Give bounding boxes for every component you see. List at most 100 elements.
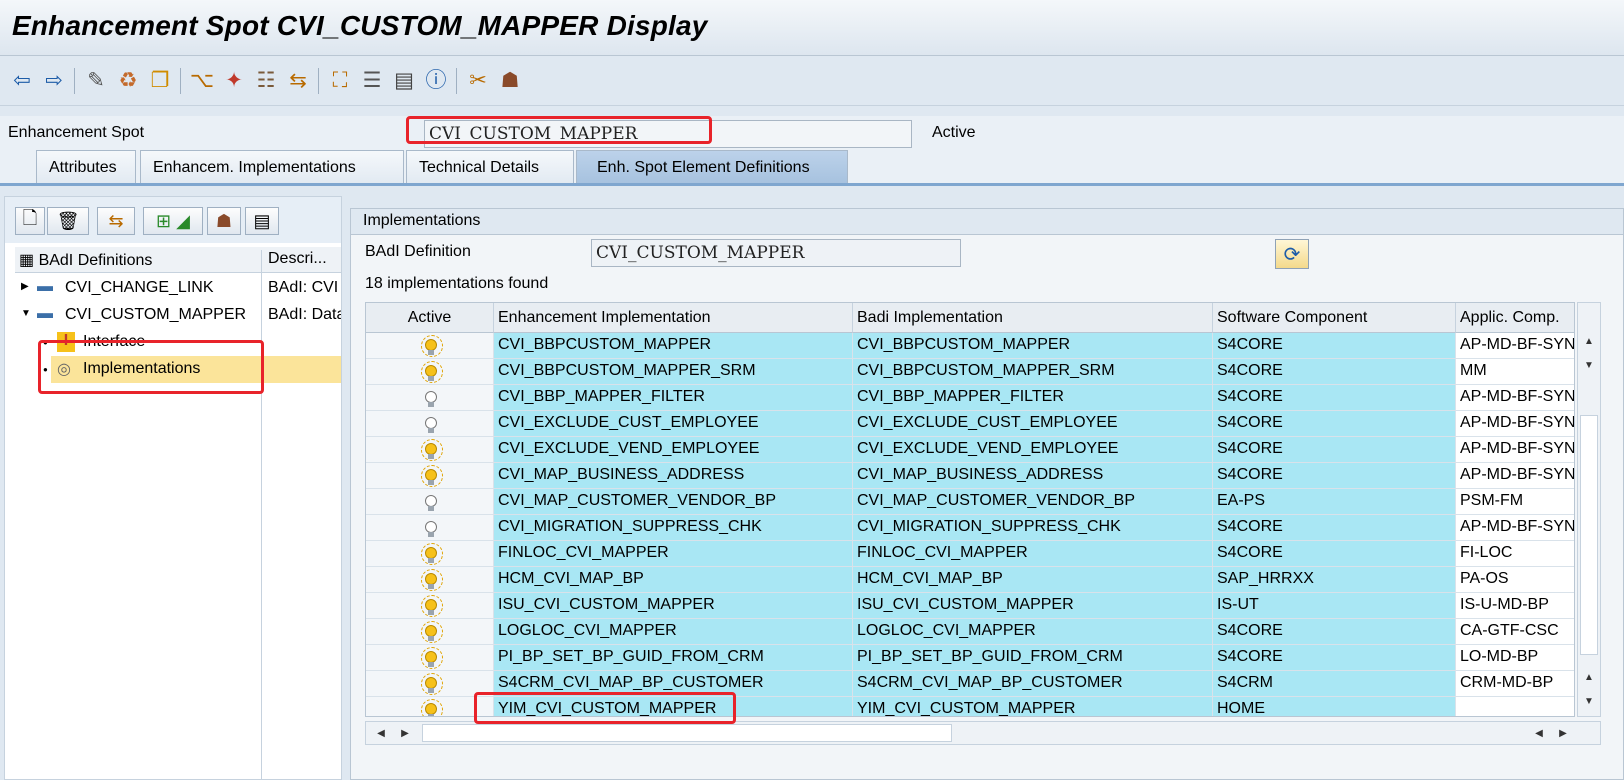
enhancement-implementation-cell[interactable]: FINLOC_CVI_MAPPER xyxy=(494,541,853,567)
enhancement-implementation-cell[interactable]: CVI_EXCLUDE_CUST_EMPLOYEE xyxy=(494,411,853,437)
enhancement-implementation-cell[interactable]: S4CRM_CVI_MAP_BP_CUSTOMER xyxy=(494,671,853,697)
tree-node-interface[interactable]: ● I Interface xyxy=(15,329,341,356)
active-cell[interactable] xyxy=(366,645,494,671)
documentation-icon[interactable]: ▤ xyxy=(245,207,279,235)
scroll-right-icon[interactable]: ▶ xyxy=(396,723,414,743)
application-component-cell[interactable]: IS-U-MD-BP xyxy=(1456,593,1574,619)
info-icon[interactable]: ⓘ xyxy=(422,66,450,94)
badi-definition-field[interactable]: CVI_CUSTOM_MAPPER xyxy=(591,239,961,267)
table-row[interactable]: LOGLOC_CVI_MAPPER LOGLOC_CVI_MAPPER S4CORE… xyxy=(366,619,1574,645)
display-object-list-icon[interactable]: ▤ xyxy=(390,66,418,94)
badi-implementation-cell[interactable]: CVI_BBPCUSTOM_MAPPER_SRM xyxy=(853,359,1213,385)
table-row[interactable]: CVI_EXCLUDE_CUST_EMPLOYEE CVI_EXCLUDE_CUS… xyxy=(366,411,1574,437)
application-component-cell[interactable]: AP-MD-BF-SYN xyxy=(1456,411,1574,437)
application-component-cell[interactable]: AP-MD-BF-SYN xyxy=(1456,463,1574,489)
enhancement-spot-field[interactable]: CVI_CUSTOM_MAPPER xyxy=(424,120,912,148)
table-row[interactable]: ISU_CVI_CUSTOM_MAPPER ISU_CVI_CUSTOM_MAPP… xyxy=(366,593,1574,619)
enhancement-implementation-cell[interactable]: ISU_CVI_CUSTOM_MAPPER xyxy=(494,593,853,619)
active-cell[interactable] xyxy=(366,411,494,437)
badi-implementation-cell[interactable]: YIM_CVI_CUSTOM_MAPPER xyxy=(853,697,1213,716)
delete-icon[interactable]: 🗑 xyxy=(47,207,89,235)
active-cell[interactable] xyxy=(366,463,494,489)
active-cell[interactable] xyxy=(366,671,494,697)
enhancement-implementation-cell[interactable]: HCM_CVI_MAP_BP xyxy=(494,567,853,593)
hierarchy-icon[interactable]: ⛶ xyxy=(326,66,354,94)
refresh-icon[interactable]: ⟳ xyxy=(1275,239,1309,269)
enhancement-implementation-icon[interactable]: ⇆ xyxy=(97,207,135,235)
software-component-cell[interactable]: EA-PS xyxy=(1213,489,1456,515)
software-component-cell[interactable]: SAP_HRRXX xyxy=(1213,567,1456,593)
enhancement-implementation-cell[interactable]: CVI_BBPCUSTOM_MAPPER xyxy=(494,333,853,359)
tree-node-cvi-change-link[interactable]: ▶ ▬ CVI_CHANGE_LINK BAdI: CVI xyxy=(15,275,341,302)
expand-icon[interactable]: ▶ xyxy=(21,281,29,292)
tree-col-description[interactable]: Descri... xyxy=(261,250,327,274)
application-component-cell[interactable]: FI-LOC xyxy=(1456,541,1574,567)
badi-implementation-cell[interactable]: HCM_CVI_MAP_BP xyxy=(853,567,1213,593)
where-used-icon[interactable]: ⌥ xyxy=(188,66,216,94)
badi-implementation-cell[interactable]: LOGLOC_CVI_MAPPER xyxy=(853,619,1213,645)
table-row[interactable]: CVI_MAP_CUSTOMER_VENDOR_BP CVI_MAP_CUSTOM… xyxy=(366,489,1574,515)
active-cell[interactable] xyxy=(366,541,494,567)
application-component-cell[interactable] xyxy=(1456,697,1574,716)
enhancement-implementation-cell[interactable]: CVI_BBPCUSTOM_MAPPER_SRM xyxy=(494,359,853,385)
active-cell[interactable] xyxy=(366,333,494,359)
active-cell[interactable] xyxy=(366,515,494,541)
enhancement-implementation-cell[interactable]: YIM_CVI_CUSTOM_MAPPER xyxy=(494,697,853,716)
scrollbar-thumb[interactable] xyxy=(1580,415,1598,655)
badi-implementation-cell[interactable]: S4CRM_CVI_MAP_BP_CUSTOMER xyxy=(853,671,1213,697)
enhancement-implementation-cell[interactable]: CVI_MAP_CUSTOMER_VENDOR_BP xyxy=(494,489,853,515)
column-header-badi-implementation[interactable]: Badi Implementation xyxy=(853,303,1213,333)
enhancement-implementation-cell[interactable]: CVI_MAP_BUSINESS_ADDRESS xyxy=(494,463,853,489)
users-icon[interactable]: ☗ xyxy=(496,66,524,94)
enhancement-implementation-cell[interactable]: LOGLOC_CVI_MAPPER xyxy=(494,619,853,645)
other-object-icon[interactable]: ♻ xyxy=(114,66,142,94)
software-component-cell[interactable]: S4CORE xyxy=(1213,619,1456,645)
tree-node-cvi-custom-mapper[interactable]: ▼ ▬ CVI_CUSTOM_MAPPER BAdI: Data xyxy=(15,302,341,329)
enhancement-implementation-icon[interactable]: ✂ xyxy=(464,66,492,94)
software-component-cell[interactable]: S4CORE xyxy=(1213,359,1456,385)
column-header-application-component[interactable]: Applic. Comp. xyxy=(1456,303,1574,333)
horizontal-scrollbar[interactable]: ◀ ▶ ◀ ▶ xyxy=(365,721,1601,745)
activate-icon[interactable]: ✦ xyxy=(220,66,248,94)
scroll-left-icon[interactable]: ◀ xyxy=(372,723,390,743)
application-component-cell[interactable]: LO-MD-BP xyxy=(1456,645,1574,671)
scroll-right-icon[interactable]: ▶ xyxy=(1554,723,1572,743)
copy-object-icon[interactable]: ❐ xyxy=(146,66,174,94)
column-header-active[interactable]: Active xyxy=(366,303,494,333)
software-component-cell[interactable]: S4CORE xyxy=(1213,411,1456,437)
table-row[interactable]: CVI_MIGRATION_SUPPRESS_CHK CVI_MIGRATION_… xyxy=(366,515,1574,541)
column-header-software-component[interactable]: Software Component xyxy=(1213,303,1456,333)
tab-technical-details[interactable]: Technical Details xyxy=(406,150,574,183)
software-component-cell[interactable]: S4CORE xyxy=(1213,333,1456,359)
table-row[interactable]: CVI_BBPCUSTOM_MAPPER CVI_BBPCUSTOM_MAPPER… xyxy=(366,333,1574,359)
scroll-up-icon[interactable]: ▲ xyxy=(1580,667,1598,687)
active-cell[interactable] xyxy=(366,489,494,515)
scroll-down-icon[interactable]: ▼ xyxy=(1580,691,1598,711)
application-component-cell[interactable]: AP-MD-BF-SYN xyxy=(1456,333,1574,359)
active-cell[interactable] xyxy=(366,567,494,593)
tree-node-implementations[interactable]: ◎ Implementations xyxy=(51,356,341,383)
table-row[interactable]: S4CRM_CVI_MAP_BP_CUSTOMER S4CRM_CVI_MAP_B… xyxy=(366,671,1574,697)
scroll-down-icon[interactable]: ▼ xyxy=(1580,355,1598,375)
tree-col-definitions[interactable]: ▦ BAdI Definitions xyxy=(19,250,152,270)
badi-implementation-cell[interactable]: CVI_BBP_MAPPER_FILTER xyxy=(853,385,1213,411)
display-change-icon[interactable]: ✎ xyxy=(82,66,110,94)
software-component-cell[interactable]: HOME xyxy=(1213,697,1456,716)
badi-implementation-cell[interactable]: FINLOC_CVI_MAPPER xyxy=(853,541,1213,567)
software-component-cell[interactable]: S4CORE xyxy=(1213,541,1456,567)
users-icon[interactable]: ☗ xyxy=(207,207,241,235)
application-component-cell[interactable]: AP-MD-BF-SYN xyxy=(1456,515,1574,541)
software-component-cell[interactable]: S4CORE xyxy=(1213,437,1456,463)
enhancement-implementation-cell[interactable]: PI_BP_SET_BP_GUID_FROM_CRM xyxy=(494,645,853,671)
application-component-cell[interactable]: CA-GTF-CSC xyxy=(1456,619,1574,645)
tab-attributes[interactable]: Attributes xyxy=(36,150,136,183)
badi-implementation-cell[interactable]: PI_BP_SET_BP_GUID_FROM_CRM xyxy=(853,645,1213,671)
table-row[interactable]: YIM_CVI_CUSTOM_MAPPER YIM_CVI_CUSTOM_MAPP… xyxy=(366,697,1574,716)
test-icon[interactable]: ☷ xyxy=(252,66,280,94)
application-component-cell[interactable]: PA-OS xyxy=(1456,567,1574,593)
active-cell[interactable] xyxy=(366,385,494,411)
badi-implementation-cell[interactable]: CVI_MAP_CUSTOMER_VENDOR_BP xyxy=(853,489,1213,515)
badi-implementation-cell[interactable]: CVI_MAP_BUSINESS_ADDRESS xyxy=(853,463,1213,489)
software-component-cell[interactable]: S4CORE xyxy=(1213,385,1456,411)
software-component-cell[interactable]: IS-UT xyxy=(1213,593,1456,619)
